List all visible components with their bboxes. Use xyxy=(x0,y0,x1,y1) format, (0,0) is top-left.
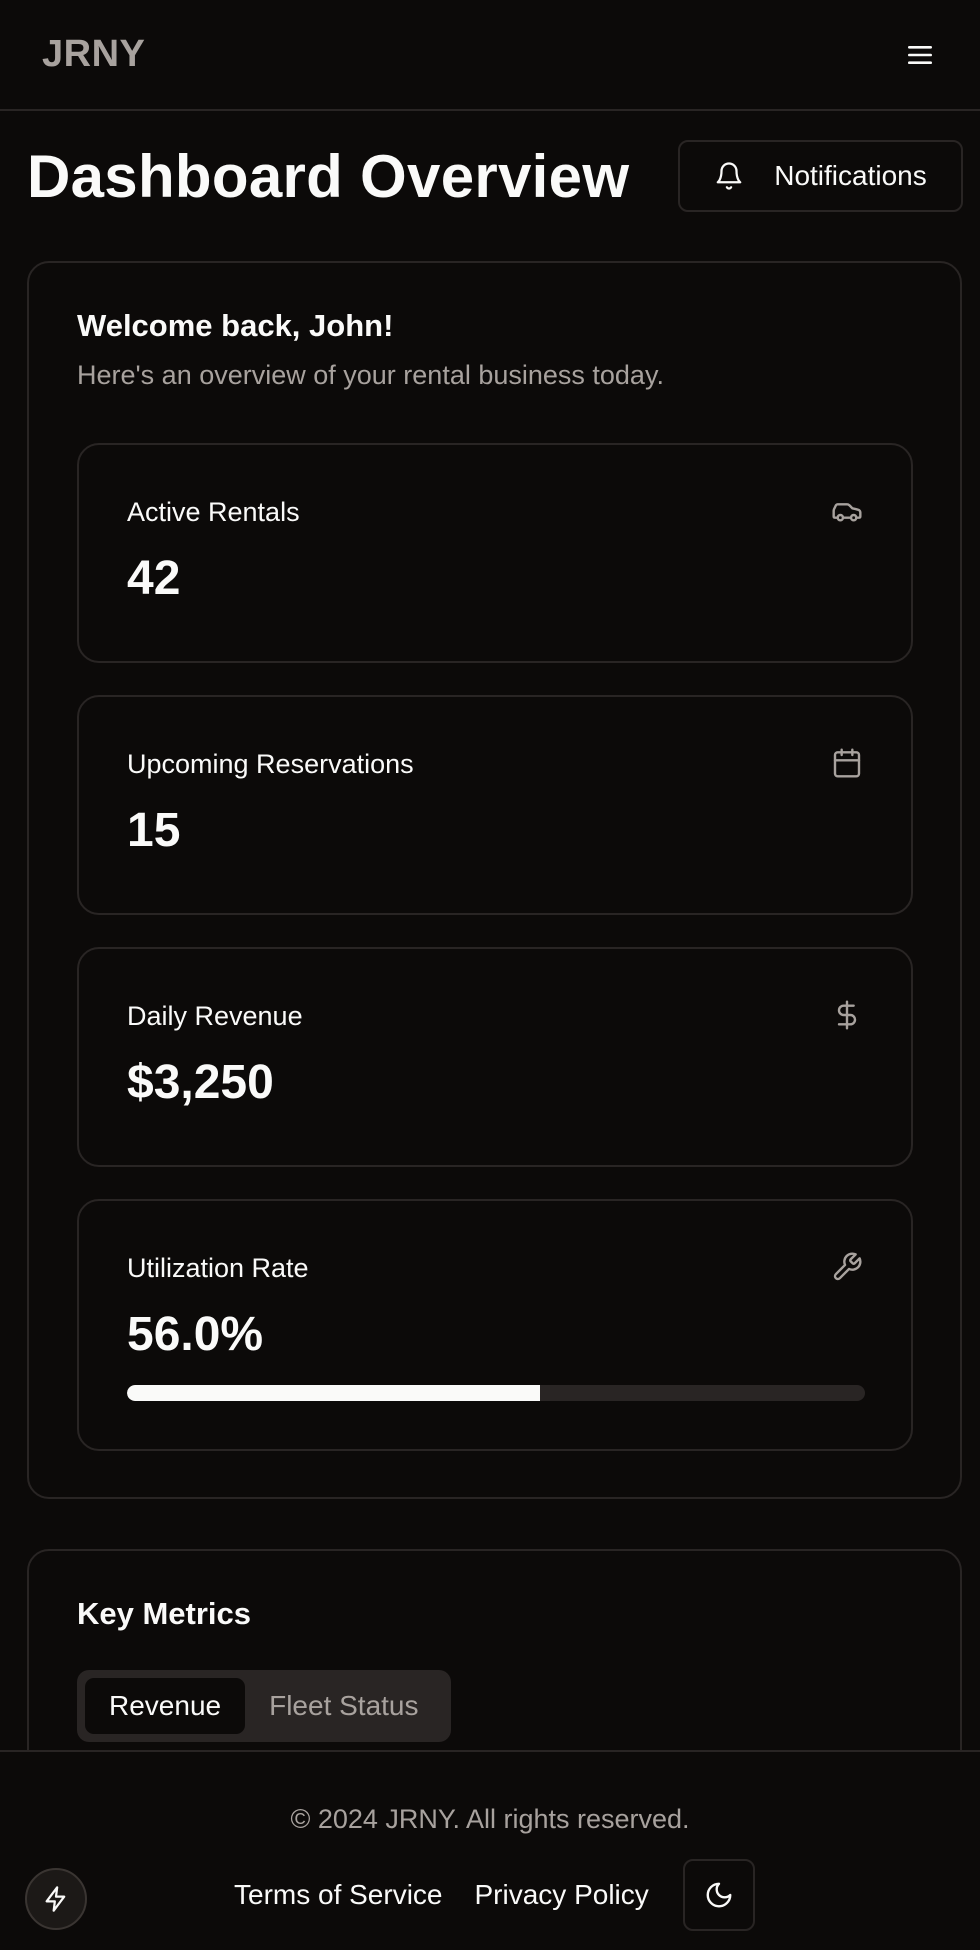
stat-value: 56.0% xyxy=(127,1308,264,1361)
metrics-tabs: Revenue Fleet Status xyxy=(77,1670,451,1742)
copyright-text: © 2024 JRNY. All rights reserved. xyxy=(290,1804,690,1834)
metrics-title: Key Metrics xyxy=(77,1596,252,1631)
lightning-icon xyxy=(45,1886,66,1912)
stat-label: Upcoming Reservations xyxy=(127,749,414,779)
stat-label: Active Rentals xyxy=(127,497,300,527)
welcome-subtitle: Here's an overview of your rental busine… xyxy=(77,360,664,390)
stat-label: Utilization Rate xyxy=(127,1253,309,1283)
stat-value: 15 xyxy=(127,804,181,857)
notifications-label: Notifications xyxy=(774,160,927,191)
moon-icon xyxy=(706,1882,732,1908)
stat-label: Daily Revenue xyxy=(127,1001,303,1031)
top-navbar: JRNY xyxy=(0,0,980,111)
page-header: Dashboard Overview Notifications xyxy=(27,140,963,212)
calendar-icon xyxy=(833,748,861,778)
privacy-policy-link[interactable]: Privacy Policy xyxy=(475,1879,649,1911)
quick-action-button[interactable] xyxy=(25,1868,87,1930)
stat-value: $3,250 xyxy=(127,1056,274,1109)
page-title: Dashboard Overview xyxy=(27,142,630,210)
welcome-card: Welcome back, John! Here's an overview o… xyxy=(27,261,962,1499)
stat-card-utilization-rate: Utilization Rate 56.0% xyxy=(77,1199,913,1451)
stat-card-active-rentals: Active Rentals 42 xyxy=(77,443,913,663)
stat-card-upcoming-reservations: Upcoming Reservations 15 xyxy=(77,695,913,915)
dollar-icon xyxy=(837,1000,857,1030)
progress-fill xyxy=(127,1385,541,1401)
menu-button[interactable] xyxy=(902,37,938,73)
logo[interactable]: JRNY xyxy=(42,33,145,76)
car-icon xyxy=(832,503,862,522)
stat-card-daily-revenue: Daily Revenue $3,250 xyxy=(77,947,913,1167)
wrench-icon xyxy=(833,1252,862,1281)
tab-fleet-status[interactable]: Fleet Status xyxy=(245,1678,442,1734)
theme-toggle-button[interactable] xyxy=(682,1859,755,1931)
footer-links: Terms of Service Privacy Policy xyxy=(234,1859,755,1931)
hamburger-menu-icon[interactable] xyxy=(907,44,933,66)
stat-value: 42 xyxy=(127,552,181,605)
bell-icon xyxy=(716,162,742,190)
terms-of-service-link[interactable]: Terms of Service xyxy=(234,1879,443,1911)
tab-revenue[interactable]: Revenue xyxy=(85,1678,246,1734)
utilization-progress-bar xyxy=(127,1385,865,1401)
welcome-title: Welcome back, John! xyxy=(77,308,394,343)
notifications-button[interactable]: Notifications xyxy=(678,140,963,212)
footer: © 2024 JRNY. All rights reserved. Terms … xyxy=(0,1750,980,1950)
